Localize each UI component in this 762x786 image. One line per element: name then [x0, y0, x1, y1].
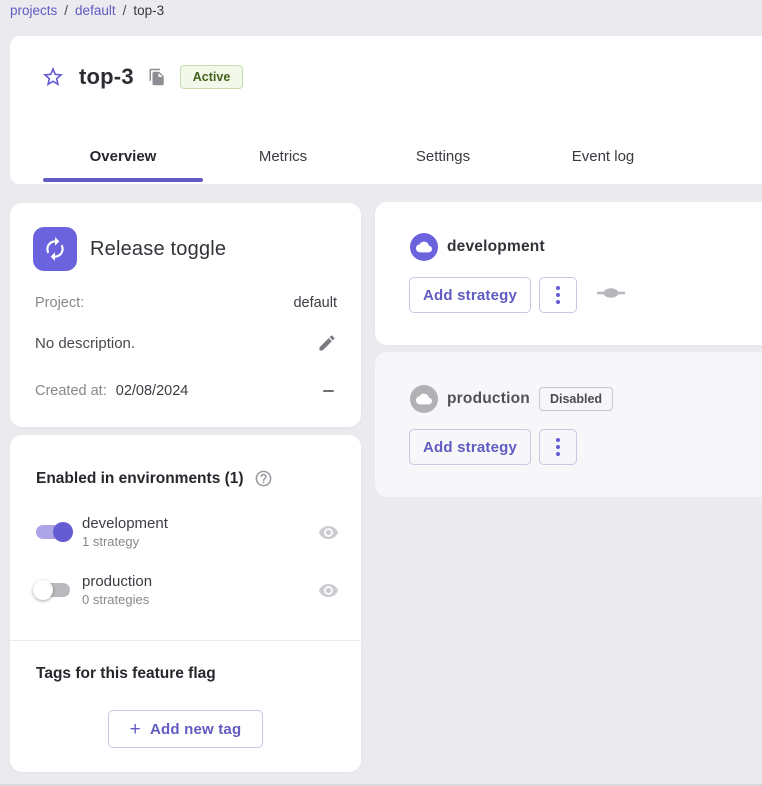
add-new-tag-button[interactable]: + Add new tag: [108, 710, 263, 748]
help-icon[interactable]: [254, 469, 273, 488]
tab-overview[interactable]: Overview: [43, 128, 203, 184]
more-actions-kebab-icon[interactable]: [539, 429, 577, 465]
breadcrumb-link-projects[interactable]: projects: [10, 3, 57, 18]
environment-cloud-icon: [410, 233, 438, 261]
environment-name: production: [447, 390, 530, 408]
description-text: No description.: [35, 335, 135, 352]
environment-disabled-badge: Disabled: [539, 387, 613, 411]
enabled-environments-panel: Enabled in environments (1) development …: [10, 435, 361, 772]
active-tab-underline: [43, 178, 203, 182]
collapse-minus-icon[interactable]: [321, 383, 337, 399]
environment-card-production: production Disabled Add strategy: [375, 352, 762, 497]
tab-event-log[interactable]: Event log: [523, 128, 683, 184]
environment-row-name: development: [82, 515, 318, 532]
tab-metrics[interactable]: Metrics: [203, 128, 363, 184]
tab-bar: Overview Metrics Settings Event log: [43, 128, 683, 184]
visibility-eye-icon[interactable]: [318, 522, 339, 543]
breadcrumb-separator: /: [64, 3, 68, 18]
release-toggle-icon: [33, 227, 77, 271]
environment-toggle-development[interactable]: [33, 521, 73, 543]
visibility-eye-icon[interactable]: [318, 580, 339, 601]
environment-toggle-row-production: production 0 strategies: [33, 573, 339, 607]
add-new-tag-label: Add new tag: [150, 721, 241, 738]
project-value: default: [293, 295, 337, 311]
copy-name-icon[interactable]: [147, 67, 167, 87]
edit-description-pencil-icon[interactable]: [317, 333, 337, 353]
favorite-star-icon[interactable]: [40, 64, 66, 90]
plus-icon: +: [130, 720, 141, 739]
kebab-dots: [556, 286, 560, 304]
environment-cloud-icon: [410, 385, 438, 413]
breadcrumb-separator: /: [123, 3, 127, 18]
add-strategy-button[interactable]: Add strategy: [409, 277, 531, 313]
status-badge: Active: [180, 65, 244, 89]
tab-settings[interactable]: Settings: [363, 128, 523, 184]
environment-row-strategy-count: 1 strategy: [82, 534, 318, 549]
page-title: top-3: [79, 64, 134, 90]
environment-name: development: [447, 238, 545, 256]
breadcrumb-current: top-3: [133, 3, 164, 18]
created-at-value: 02/08/2024: [116, 383, 189, 399]
enabled-environments-title: Enabled in environments (1): [36, 470, 244, 488]
tags-section-title: Tags for this feature flag: [36, 665, 216, 683]
breadcrumb: projects / default / top-3: [10, 3, 164, 18]
environment-row-strategy-count: 0 strategies: [82, 592, 318, 607]
strategy-connector-shape: [597, 286, 625, 304]
environment-toggle-row-development: development 1 strategy: [33, 515, 339, 549]
more-actions-kebab-icon[interactable]: [539, 277, 577, 313]
breadcrumb-link-default[interactable]: default: [75, 3, 116, 18]
project-label: Project:: [35, 295, 84, 311]
add-strategy-button[interactable]: Add strategy: [409, 429, 531, 465]
feature-header-card: top-3 Active Overview Metrics Settings E…: [10, 36, 762, 184]
flag-type-label: Release toggle: [90, 238, 226, 261]
section-divider: [10, 640, 361, 641]
created-at-label: Created at:: [35, 383, 107, 399]
environment-row-name: production: [82, 573, 318, 590]
feature-details-card: Release toggle Project: default No descr…: [10, 203, 361, 427]
environment-card-development: development Add strategy: [375, 202, 762, 345]
kebab-dots: [556, 438, 560, 456]
environment-toggle-production[interactable]: [33, 579, 73, 601]
